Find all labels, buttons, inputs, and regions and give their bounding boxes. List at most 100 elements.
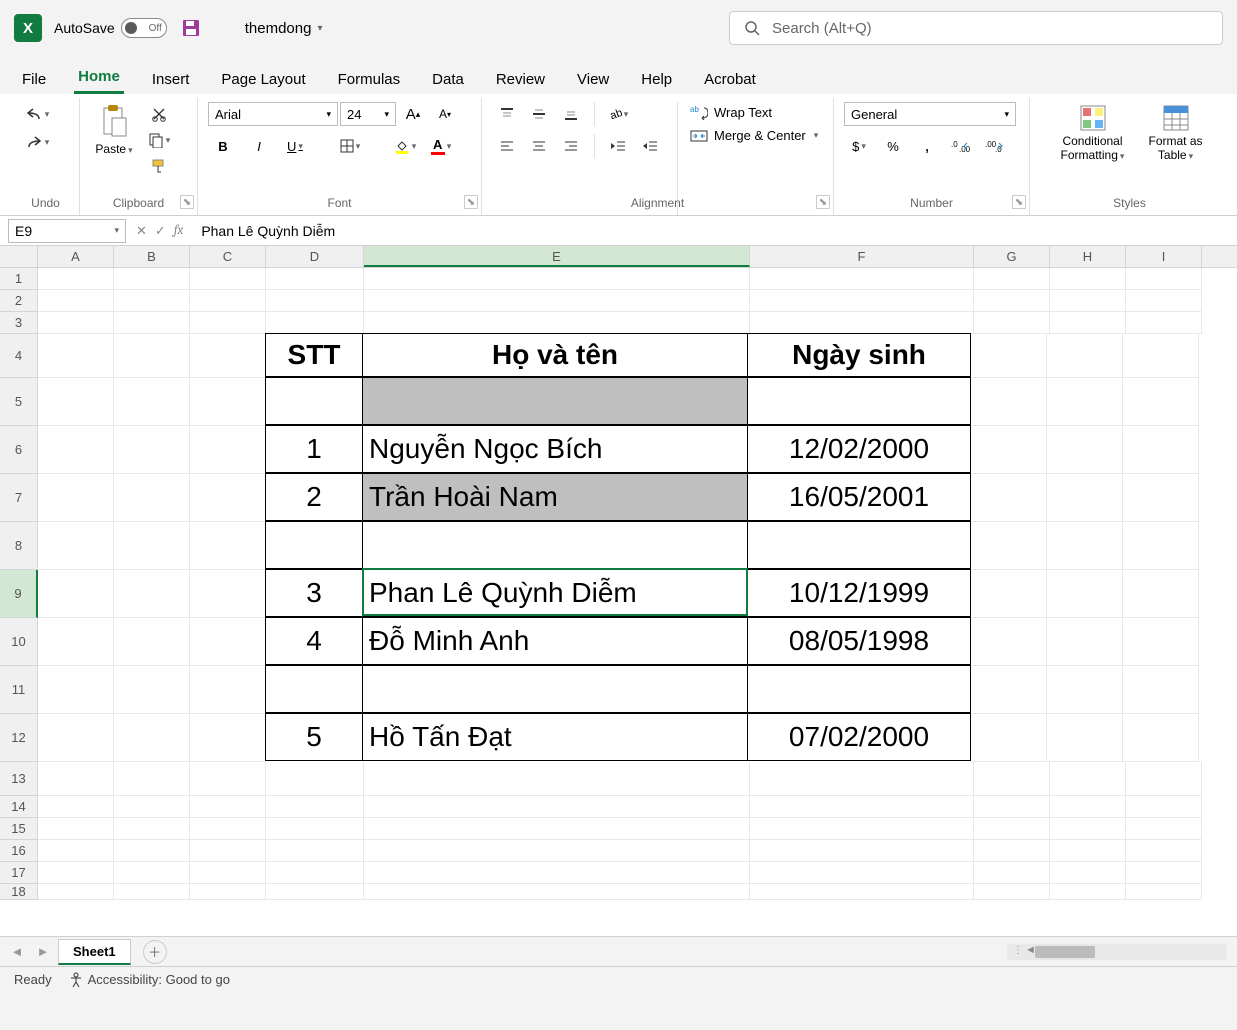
- cell-A11[interactable]: [38, 666, 114, 714]
- cell-F11[interactable]: [747, 665, 971, 713]
- cell-A8[interactable]: [38, 522, 114, 570]
- cell-B2[interactable]: [114, 290, 190, 312]
- cell-C7[interactable]: [190, 474, 266, 522]
- underline-button[interactable]: U: [280, 134, 310, 158]
- cell-A1[interactable]: [38, 268, 114, 290]
- align-bottom-button[interactable]: [556, 102, 586, 126]
- cell-H5[interactable]: [1047, 378, 1123, 426]
- cell-H1[interactable]: [1050, 268, 1126, 290]
- row-header-9[interactable]: 9: [0, 570, 38, 618]
- cell-A12[interactable]: [38, 714, 114, 762]
- cell-E2[interactable]: [364, 290, 750, 312]
- cell-H17[interactable]: [1050, 862, 1126, 884]
- cell-C6[interactable]: [190, 426, 266, 474]
- name-box[interactable]: E9▾: [8, 219, 126, 243]
- font-color-button[interactable]: A: [426, 134, 456, 158]
- align-middle-button[interactable]: [524, 102, 554, 126]
- cell-D18[interactable]: [266, 884, 364, 900]
- cell-G11[interactable]: [971, 666, 1047, 714]
- accessibility-status[interactable]: Accessibility: Good to go: [68, 972, 230, 988]
- cell-G16[interactable]: [974, 840, 1050, 862]
- cell-A3[interactable]: [38, 312, 114, 334]
- cell-E5[interactable]: [362, 377, 748, 425]
- col-header-A[interactable]: A: [38, 246, 114, 267]
- cell-E6[interactable]: Nguyễn Ngọc Bích: [362, 425, 748, 473]
- cell-A6[interactable]: [38, 426, 114, 474]
- cell-G13[interactable]: [974, 762, 1050, 796]
- orientation-button[interactable]: ab: [603, 102, 633, 126]
- cell-D1[interactable]: [266, 268, 364, 290]
- cell-F8[interactable]: [747, 521, 971, 569]
- cell-A9[interactable]: [38, 570, 114, 618]
- cell-A2[interactable]: [38, 290, 114, 312]
- cell-H8[interactable]: [1047, 522, 1123, 570]
- decrease-indent-button[interactable]: [603, 134, 633, 158]
- cell-E12[interactable]: Hồ Tấn Đạt: [362, 713, 748, 761]
- sheet-tab[interactable]: Sheet1: [58, 939, 131, 965]
- cell-F9[interactable]: 10/12/1999: [747, 569, 971, 617]
- cell-G5[interactable]: [971, 378, 1047, 426]
- cell-D15[interactable]: [266, 818, 364, 840]
- row-header-18[interactable]: 18: [0, 884, 38, 900]
- cell-C11[interactable]: [190, 666, 266, 714]
- cell-C18[interactable]: [190, 884, 266, 900]
- cell-E9[interactable]: Phan Lê Quỳnh Diễm: [362, 569, 748, 617]
- autosave-toggle[interactable]: AutoSave Off: [54, 18, 167, 38]
- row-header-2[interactable]: 2: [0, 290, 38, 312]
- cell-I12[interactable]: [1123, 714, 1199, 762]
- cell-E10[interactable]: Đỗ Minh Anh: [362, 617, 748, 665]
- cell-B15[interactable]: [114, 818, 190, 840]
- spreadsheet-grid[interactable]: ABCDEFGHI 123456789101112131415161718 ST…: [0, 246, 1237, 936]
- tab-formulas[interactable]: Formulas: [334, 65, 405, 94]
- row-header-5[interactable]: 5: [0, 378, 38, 426]
- cell-D9[interactable]: 3: [265, 569, 363, 617]
- cell-F5[interactable]: [747, 377, 971, 425]
- cell-G10[interactable]: [971, 618, 1047, 666]
- cell-C9[interactable]: [190, 570, 266, 618]
- cell-G12[interactable]: [971, 714, 1047, 762]
- cell-E13[interactable]: [364, 762, 750, 796]
- cell-A13[interactable]: [38, 762, 114, 796]
- cell-F7[interactable]: 16/05/2001: [747, 473, 971, 521]
- sheet-prev-button[interactable]: ◄: [6, 944, 28, 959]
- font-size-select[interactable]: 24▾: [340, 102, 396, 126]
- align-center-button[interactable]: [524, 134, 554, 158]
- cell-H3[interactable]: [1050, 312, 1126, 334]
- cell-E16[interactable]: [364, 840, 750, 862]
- cell-H10[interactable]: [1047, 618, 1123, 666]
- cell-H18[interactable]: [1050, 884, 1126, 900]
- row-header-8[interactable]: 8: [0, 522, 38, 570]
- select-all-corner[interactable]: [0, 246, 38, 267]
- wrap-text-button[interactable]: ab Wrap Text: [690, 104, 818, 120]
- col-header-F[interactable]: F: [750, 246, 974, 267]
- cell-E3[interactable]: [364, 312, 750, 334]
- cell-D6[interactable]: 1: [265, 425, 363, 473]
- row-header-13[interactable]: 13: [0, 762, 38, 796]
- add-sheet-button[interactable]: ＋: [143, 940, 167, 964]
- cell-H13[interactable]: [1050, 762, 1126, 796]
- cell-G3[interactable]: [974, 312, 1050, 334]
- borders-button[interactable]: [335, 134, 365, 158]
- cell-G18[interactable]: [974, 884, 1050, 900]
- cell-D4[interactable]: STT: [265, 333, 363, 377]
- cell-A17[interactable]: [38, 862, 114, 884]
- cell-G4[interactable]: [971, 334, 1047, 378]
- cell-C16[interactable]: [190, 840, 266, 862]
- tab-acrobat[interactable]: Acrobat: [700, 65, 760, 94]
- cell-F2[interactable]: [750, 290, 974, 312]
- tab-review[interactable]: Review: [492, 65, 549, 94]
- row-header-12[interactable]: 12: [0, 714, 38, 762]
- cell-F3[interactable]: [750, 312, 974, 334]
- row-header-3[interactable]: 3: [0, 312, 38, 334]
- cell-I3[interactable]: [1126, 312, 1202, 334]
- cell-I11[interactable]: [1123, 666, 1199, 714]
- row-header-7[interactable]: 7: [0, 474, 38, 522]
- cell-I1[interactable]: [1126, 268, 1202, 290]
- decrease-decimal-button[interactable]: .00.0: [980, 134, 1010, 158]
- bold-button[interactable]: B: [208, 134, 238, 158]
- tab-page-layout[interactable]: Page Layout: [217, 65, 309, 94]
- row-header-1[interactable]: 1: [0, 268, 38, 290]
- cell-H11[interactable]: [1047, 666, 1123, 714]
- cell-C2[interactable]: [190, 290, 266, 312]
- cell-H4[interactable]: [1047, 334, 1123, 378]
